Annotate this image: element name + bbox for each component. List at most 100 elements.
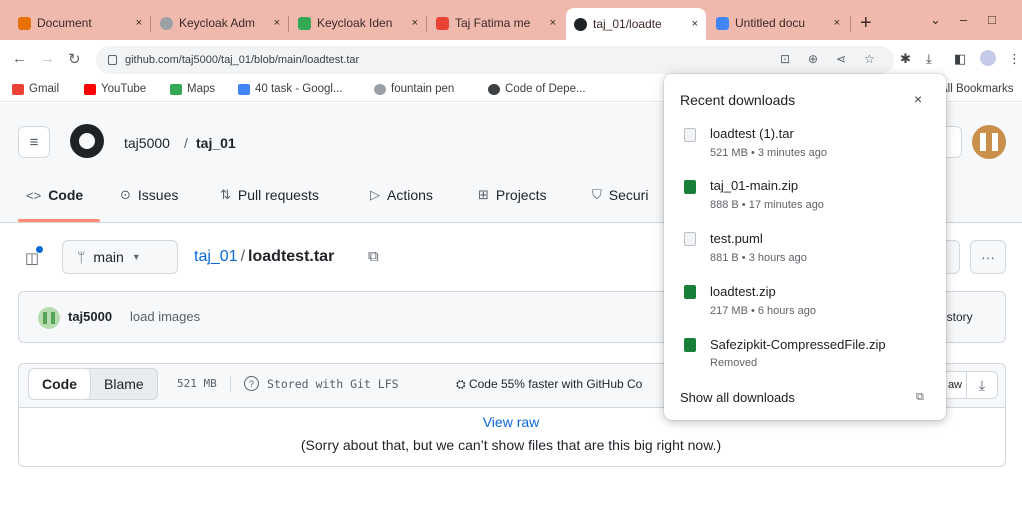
bookmark-fountain-pen[interactable]: fountain pen xyxy=(374,83,454,95)
show-all-downloads-link[interactable]: Show all downloads xyxy=(680,390,795,405)
branch-selector-button[interactable]: ᛘ main ▾ xyxy=(62,240,178,274)
copy-path-icon[interactable]: ⧉ xyxy=(368,248,379,265)
tab-separator xyxy=(426,16,427,32)
tab-label: Actions xyxy=(387,187,433,203)
tab-title: Keycloak Iden xyxy=(317,16,393,30)
download-item-name[interactable]: loadtest (1).tar xyxy=(710,126,794,141)
breadcrumb-repo-link[interactable]: taj_01 xyxy=(194,248,238,265)
download-item-meta: 521 MB • 3 minutes ago xyxy=(710,147,827,159)
downloads-title: Recent downloads xyxy=(680,92,796,108)
close-icon[interactable]: × xyxy=(136,17,142,29)
file-tree-toggle-icon[interactable]: ◫ xyxy=(18,244,46,272)
code-blame-toggle: Code Blame xyxy=(28,368,158,400)
file-icon xyxy=(684,128,696,142)
downloads-panel xyxy=(664,74,946,420)
open-external-icon[interactable]: ⧉ xyxy=(916,391,924,404)
document-favicon-icon xyxy=(18,16,31,30)
bookmark-label: Maps xyxy=(187,83,216,95)
close-icon[interactable]: × xyxy=(692,18,698,30)
issues-icon: ⊙ xyxy=(120,187,131,202)
more-options-icon[interactable]: ··· xyxy=(970,240,1006,274)
tab-document[interactable]: Document × xyxy=(10,8,150,38)
tab-security[interactable]: ⛉ Securi xyxy=(592,187,648,203)
bookmark-youtube[interactable]: YouTube xyxy=(84,83,146,95)
bookmark-star-icon[interactable]: ☆ xyxy=(864,52,875,66)
blame-view-button[interactable]: Blame xyxy=(91,369,157,399)
download-item-name[interactable]: test.puml xyxy=(710,231,763,246)
bookmark-code-of-dependency[interactable]: Code of Depe... xyxy=(488,83,586,95)
extension-puzzle-icon[interactable]: ✱ xyxy=(900,51,911,67)
tab-keycloak-admin[interactable]: Keycloak Adm × xyxy=(152,8,288,38)
url-text: github.com/taj5000/taj_01/blob/main/load… xyxy=(125,54,360,66)
author-avatar[interactable] xyxy=(38,307,60,329)
close-icon[interactable]: × xyxy=(834,17,840,29)
github-logo-icon[interactable] xyxy=(70,124,104,158)
commit-author-link[interactable]: taj5000 xyxy=(68,309,112,324)
tab-separator xyxy=(150,16,151,32)
bookmark-40-task[interactable]: 40 task - Googl... xyxy=(238,83,343,95)
close-icon[interactable]: × xyxy=(914,91,922,107)
copilot-promo[interactable]: ⛭ Code 55% faster with GitHub Co xyxy=(456,377,642,392)
caret-down-icon: ▾ xyxy=(133,251,139,263)
reload-icon[interactable]: ↻ xyxy=(68,50,81,68)
tab-code[interactable]: <> Code xyxy=(26,187,83,203)
tab-github-active[interactable]: taj_01/loadte × xyxy=(566,8,706,40)
history-button[interactable]: istory xyxy=(944,310,973,324)
back-arrow-icon[interactable]: ← xyxy=(12,50,27,67)
tab-google-docs[interactable]: Untitled docu × xyxy=(708,8,848,38)
new-tab-button[interactable]: + xyxy=(860,12,872,35)
zoom-icon[interactable]: ⊕ xyxy=(808,52,818,66)
github-favicon-icon xyxy=(574,17,587,31)
question-icon[interactable]: ? xyxy=(244,376,259,391)
download-item-meta: Removed xyxy=(710,357,758,369)
bookmark-gmail[interactable]: Gmail xyxy=(12,83,59,95)
repo-name-link[interactable]: taj_01 xyxy=(196,135,236,151)
maximize-icon[interactable]: □ xyxy=(988,12,996,27)
actions-play-icon: ▷ xyxy=(370,187,380,202)
tab-projects[interactable]: ⊞ Projects xyxy=(478,187,546,203)
download-item-name[interactable]: taj_01-main.zip xyxy=(710,178,798,193)
hamburger-menu-icon[interactable]: ≡ xyxy=(18,126,50,158)
downloads-icon[interactable]: ⤓ xyxy=(926,51,932,67)
share-icon[interactable]: ⋖ xyxy=(836,52,846,66)
pull-request-icon: ⇅ xyxy=(220,187,231,202)
branch-icon: ᛘ xyxy=(77,249,86,265)
close-icon[interactable]: × xyxy=(412,17,418,29)
repo-owner-link[interactable]: taj5000 xyxy=(124,135,170,151)
bookmark-maps[interactable]: Maps xyxy=(170,83,215,95)
bookmark-label: 40 task - Googl... xyxy=(255,83,343,95)
tab-label: Securi xyxy=(608,187,649,203)
tab-gmail[interactable]: Taj Fatima me × xyxy=(428,8,564,38)
file-icon xyxy=(684,232,696,246)
menu-kebab-icon[interactable]: ⋮ xyxy=(1008,51,1021,67)
download-item-name[interactable]: Safezipkit-CompressedFile.zip xyxy=(710,337,886,352)
commit-message-link[interactable]: load images xyxy=(130,309,200,324)
tab-pull-requests[interactable]: ⇅ Pull requests xyxy=(220,187,319,203)
close-icon[interactable]: × xyxy=(550,17,556,29)
download-item-name[interactable]: loadtest.zip xyxy=(710,284,776,299)
docs-icon xyxy=(238,83,250,95)
tab-issues[interactable]: ⊙ Issues xyxy=(120,187,178,203)
globe-icon xyxy=(374,83,386,95)
code-view-button[interactable]: Code xyxy=(29,369,91,399)
tab-title: Document xyxy=(37,16,92,30)
site-icon xyxy=(488,83,500,95)
zip-file-icon xyxy=(684,338,696,352)
close-icon[interactable]: × xyxy=(274,17,280,29)
tab-label: Code xyxy=(48,187,84,203)
profile-avatar[interactable] xyxy=(980,50,996,66)
all-bookmarks[interactable]: All Bookmarks xyxy=(940,83,1014,95)
download-icon[interactable]: ⤓ xyxy=(966,371,998,399)
tab-actions[interactable]: ▷ Actions xyxy=(370,187,433,203)
install-app-icon[interactable]: ⊡ xyxy=(780,52,790,66)
file-size: 521 MB xyxy=(177,377,217,390)
user-avatar[interactable] xyxy=(972,125,1006,159)
side-panel-icon[interactable]: ◧ xyxy=(954,51,966,67)
tab-keycloak-identity[interactable]: Keycloak Iden × xyxy=(290,8,426,38)
code-icon: <> xyxy=(26,187,42,203)
tab-search-chevron-icon[interactable]: ⌄ xyxy=(930,12,941,28)
file-too-big-message: (Sorry about that, but we can’t show fil… xyxy=(300,437,722,453)
minimize-icon[interactable]: – xyxy=(960,12,967,27)
forward-arrow-icon[interactable]: → xyxy=(40,50,55,67)
address-bar[interactable]: github.com/taj5000/taj_01/blob/main/load… xyxy=(96,46,894,74)
